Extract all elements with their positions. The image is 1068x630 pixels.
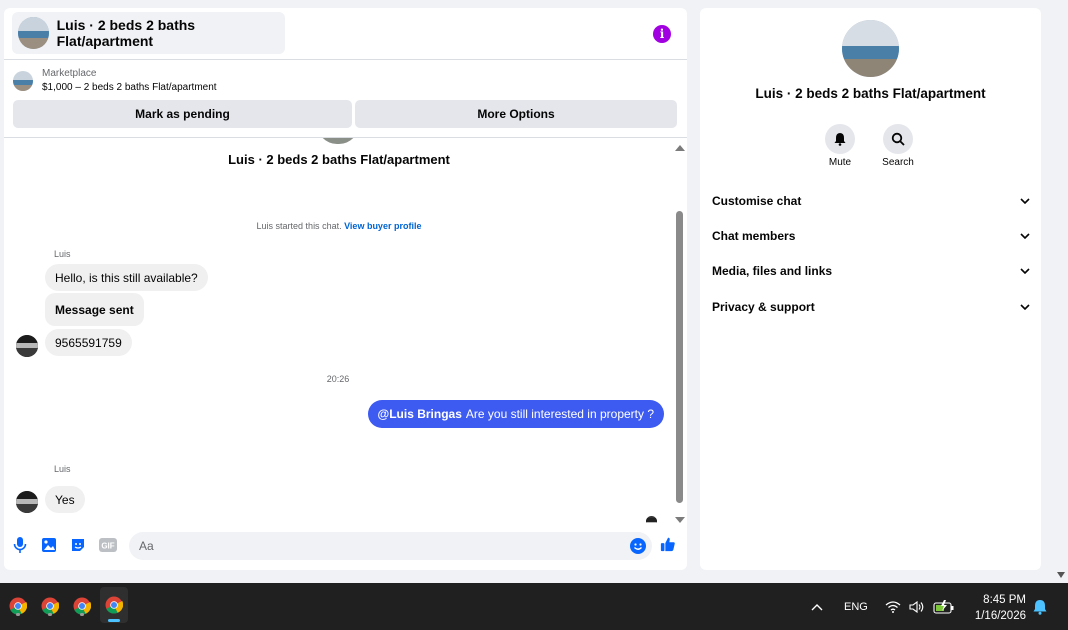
seen-indicator-avatar [646,516,657,523]
chevron-down-icon [1020,198,1030,204]
mute-button[interactable] [825,124,855,154]
section-label: Customise chat [712,194,802,208]
chevron-down-icon [1020,268,1030,274]
message-input[interactable]: Aa [129,532,652,560]
outgoing-message[interactable]: @Luis Bringas Are you still interested i… [367,400,664,428]
listing-source: Marketplace [42,68,97,79]
listing-avatar-large [842,20,899,77]
sender-name: Luis [54,249,71,259]
language-indicator[interactable]: ENG [844,583,868,630]
listing-summary: $1,000 – 2 beds 2 baths Flat/apartment [42,82,217,93]
section-label: Chat members [712,229,796,243]
incoming-message[interactable]: Yes [45,486,85,513]
microphone-icon[interactable] [12,537,28,553]
section-privacy-support[interactable]: Privacy & support [712,297,1030,317]
marketplace-listing[interactable]: Marketplace $1,000 – 2 beds 2 baths Flat… [13,68,217,93]
chevron-down-icon [1020,304,1030,310]
message-scrollbar[interactable] [673,145,685,523]
view-buyer-profile-link[interactable]: View buyer profile [344,221,421,231]
chevron-down-icon [1020,233,1030,239]
chat-header[interactable]: Luis · 2 beds 2 baths Flat/apartment [12,12,285,54]
message-composer: GIF Aa [4,532,687,560]
sticker-icon[interactable] [70,537,86,553]
time-separator: 20:26 [326,374,350,384]
show-hidden-icons-chevron-up-icon[interactable] [810,583,824,630]
scrollbar-thumb[interactable] [676,211,683,503]
thumbs-up-icon[interactable] [660,536,676,552]
more-options-button[interactable]: More Options [355,100,677,128]
section-chat-members[interactable]: Chat members [712,226,1030,246]
message-input-placeholder: Aa [139,539,154,553]
clock-date: 1/16/2026 [974,610,1026,622]
mark-as-pending-button[interactable]: Mark as pending [13,100,352,128]
section-media-files-links[interactable]: Media, files and links [712,261,1030,281]
gif-icon[interactable]: GIF [99,537,117,553]
chat-started-note: Luis started this chat. View buyer profi… [4,221,674,231]
started-note-text: Luis started this chat. [256,221,342,231]
header-divider [4,59,687,60]
mute-label: Mute [828,157,852,168]
sender-avatar[interactable] [16,335,38,357]
wifi-icon[interactable] [885,583,901,630]
clock-time: 8:45 PM [983,594,1026,606]
battery-charging-icon[interactable] [933,583,955,630]
incoming-message[interactable]: Hello, is this still available? [45,264,208,291]
info-icon[interactable]: i [653,25,671,43]
search-icon [891,132,905,146]
listing-thumbnail [13,70,33,91]
system-clock[interactable]: 8:45 PM 1/16/2026 [975,592,1026,624]
sender-name: Luis [54,464,71,474]
notification-bell-icon[interactable] [1033,583,1047,630]
chat-title: Luis · 2 beds 2 baths Flat/apartment [56,17,196,49]
bell-icon [834,133,846,146]
section-label: Media, files and links [712,264,833,278]
emoji-icon[interactable] [630,538,646,554]
info-panel-title: Luis · 2 beds 2 baths Flat/apartment [755,86,986,101]
chat-panel: Luis · 2 beds 2 baths Flat/apartment i M… [4,8,687,570]
scroll-down-arrow-icon[interactable] [675,517,685,523]
page-scroll-down-arrow-icon[interactable] [1057,572,1065,578]
chrome-icon[interactable] [37,593,63,619]
chrome-icon[interactable] [5,593,31,619]
thread-avatar [317,138,359,144]
incoming-message[interactable]: Message sent [45,293,144,326]
message-thread[interactable]: Luis · 2 beds 2 baths Flat/apartment Lui… [4,138,687,523]
search-label: Search [882,157,914,168]
image-icon[interactable] [41,537,57,553]
section-label: Privacy & support [712,300,815,314]
chrome-icon[interactable] [100,587,128,623]
scroll-up-arrow-icon[interactable] [675,145,685,151]
gif-icon-label: GIF [101,542,114,551]
section-customise-chat[interactable]: Customise chat [712,191,1030,211]
conversation-info-panel: Luis · 2 beds 2 baths Flat/apartment Mut… [700,8,1041,570]
sender-avatar[interactable] [16,491,38,513]
volume-icon[interactable] [909,583,925,630]
incoming-message[interactable]: 9565591759 [45,329,132,356]
listing-avatar [18,17,49,49]
mention[interactable]: @Luis Bringas [378,407,462,421]
outgoing-message-text: Are you still interested in property ? [465,407,654,421]
taskbar: ENG 8:45 PM 1/16/2026 [0,583,1068,630]
thread-title: Luis · 2 beds 2 baths Flat/apartment [228,152,450,167]
search-button[interactable] [883,124,913,154]
chrome-icon[interactable] [69,593,95,619]
